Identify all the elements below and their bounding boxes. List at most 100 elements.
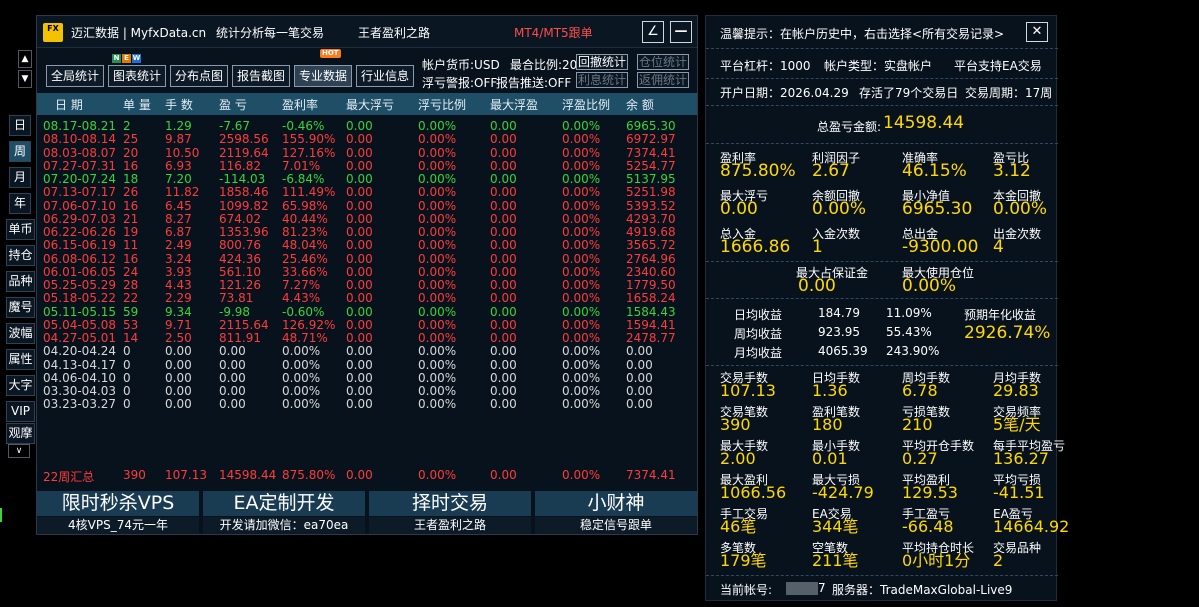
table-cell: 0.00% [562, 370, 601, 385]
table-cell: 2478.77 [626, 331, 676, 345]
table-cell: 4293.70 [626, 211, 676, 226]
summary-cell: 7374.41 [626, 468, 676, 482]
rebate-stats-button[interactable]: 返佣统计 [637, 72, 690, 88]
table-cell: 14 [123, 331, 139, 345]
table-row[interactable]: 04.20-04.24 0 0.00 0.00 0.00% 0.00 0.00% 0.00 0.… [37, 345, 697, 358]
table-cell: 0.00 [490, 158, 517, 173]
table-row[interactable]: 03.30-04.03 0 0.00 0.00 0.00% 0.00 0.00% 0.00 0.… [37, 385, 697, 398]
pro-data-button[interactable]: 专业数据 [294, 65, 353, 87]
distribution-button[interactable]: 分布点图 [170, 65, 229, 87]
table-row[interactable]: 05.25-05.29 28 4.43 121.26 7.27% 0.00 0.00% 0.0… [37, 279, 697, 292]
side-tab[interactable]: 周 [9, 141, 31, 162]
table-cell: 1353.96 [219, 225, 269, 239]
close-icon[interactable]: ✕ [1026, 22, 1048, 42]
table-row[interactable]: 06.22-06.26 19 6.87 1353.96 81.23% 0.00 0.00% 0… [37, 226, 697, 239]
side-tab[interactable]: 品种 [6, 271, 35, 292]
stat-value: 1066.56 [720, 483, 787, 502]
table-row[interactable]: 06.15-06.19 11 2.49 800.76 48.04% 0.00 0.00% 0.… [37, 239, 697, 252]
table-row[interactable]: 04.06-04.10 0 0.00 0.00 0.00% 0.00 0.00% 0.00 0.… [37, 370, 697, 385]
avg-cell: 4065.39 [818, 344, 868, 358]
table-cell: 0.00% [418, 344, 457, 359]
avg-cell: 923.95 [818, 325, 860, 339]
minimize-icon[interactable]: ∠ [642, 21, 664, 43]
column-header[interactable]: 余 额 [626, 96, 654, 113]
table-cell: 0.00 [346, 172, 373, 186]
table-cell: 0.00% [562, 331, 601, 345]
table-row[interactable]: 08.03-08.07 20 10.50 2119.64 127.16% 0.00 0.00… [37, 145, 697, 160]
table-row[interactable]: 06.08-06.12 16 3.24 424.36 25.46% 0.00 0.00% 0.… [37, 251, 697, 266]
table-row[interactable]: 06.01-06.05 24 3.93 561.10 33.66% 0.00 0.00% 0.… [37, 265, 697, 279]
mt-copy-link[interactable]: MT4/MT5跟单 [514, 24, 593, 41]
table-row[interactable]: 07.20-07.24 18 7.20 -114.03 -6.84% 0.00 0.00% 0… [37, 173, 697, 186]
column-header[interactable]: 最大浮盈 [490, 96, 538, 113]
position-stats-button[interactable]: 仓位统计 [637, 54, 690, 70]
column-header[interactable]: 浮盈比例 [562, 96, 610, 113]
side-tab[interactable]: 单币 [6, 219, 35, 240]
column-header[interactable]: 日 期 [55, 96, 83, 113]
brand-title[interactable]: 王者盈利之路 [358, 24, 430, 41]
ad-ea[interactable]: EA定制开发 开发请加微信：ea70ea [203, 491, 365, 535]
global-stats-button[interactable]: 全局统计 [46, 65, 105, 87]
table-row[interactable]: 05.11-05.15 59 9.34 -9.98 -0.60% 0.00 0.00% 0.0… [37, 304, 697, 319]
table-cell: 0.00% [562, 145, 601, 160]
table-row[interactable]: 05.18-05.22 22 2.29 73.81 4.43% 0.00 0.00% 0.00… [37, 292, 697, 305]
table-row[interactable]: 07.06-07.10 16 6.45 1099.82 65.98% 0.00 0.00% 0… [37, 198, 697, 213]
scroll-down-arrow-icon[interactable]: ▼ [18, 70, 32, 88]
side-tab[interactable]: 持仓 [6, 245, 35, 266]
ad-vps[interactable]: 限时秒杀VPS 4核VPS_74元一年 [37, 491, 199, 535]
table-cell: 07.13-07.17 [43, 185, 117, 200]
table-cell: 0.00% [418, 172, 457, 186]
ad-signal[interactable]: 小财神 稳定信号跟单 [535, 491, 697, 535]
table-row[interactable]: 08.10-08.14 25 9.87 2598.56 155.90% 0.00 0.00%… [37, 133, 697, 146]
table-cell: 16 [123, 198, 139, 213]
close-panel-icon[interactable]: — [670, 21, 692, 43]
report-screenshot-button[interactable]: 报告截图 [232, 65, 291, 87]
account-label: 当前帐号: [720, 583, 773, 597]
ad-vps-title: 限时秒杀VPS [37, 491, 199, 516]
ad-timing[interactable]: 择时交易 王者盈利之路 [369, 491, 531, 535]
column-header[interactable]: 盈 亏 [219, 96, 247, 113]
side-tab[interactable]: 魔号 [6, 297, 35, 318]
table-cell: 0.00% [562, 185, 601, 200]
table-row[interactable]: 08.17-08.21 2 1.29 -7.67 -0.46% 0.00 0.00% 0.00… [37, 120, 697, 133]
side-tab[interactable]: 日 [9, 115, 31, 136]
avg-cell: 日均收益 [734, 308, 783, 322]
column-header[interactable]: 手 数 [165, 96, 193, 113]
side-tab[interactable]: 观摩 [6, 423, 35, 444]
table-row[interactable]: 05.04-05.08 53 9.71 2115.64 126.92% 0.00 0.00%… [37, 318, 697, 332]
table-cell: 0.00 [346, 251, 373, 266]
side-tab[interactable]: 属性 [6, 349, 35, 370]
stat-value: 875.80% [720, 161, 796, 181]
table-row[interactable]: 06.29-07.03 21 8.27 674.02 40.44% 0.00 0.00% 0.… [37, 211, 697, 226]
side-tab[interactable]: 月 [9, 167, 31, 188]
side-tab[interactable]: VIP [6, 401, 35, 422]
table-cell: 6972.97 [626, 132, 676, 147]
table-row[interactable]: 07.13-07.17 26 11.82 1858.46 111.49% 0.00 0.00… [37, 186, 697, 199]
table-row[interactable]: 07.27-07.31 16 6.93 116.82 7.01% 0.00 0.00% 0.0… [37, 158, 697, 173]
column-header[interactable]: 最大浮亏 [346, 96, 394, 113]
table-cell: 04.13-04.17 [43, 357, 117, 372]
side-tab[interactable]: 大字 [6, 375, 35, 396]
industry-info-button[interactable]: 行业信息 [356, 65, 415, 87]
summary-cell: 390 [123, 468, 146, 482]
table-cell: 07.27-07.31 [43, 158, 117, 173]
column-header[interactable]: 盈利率 [282, 96, 318, 113]
scroll-up-arrow-icon[interactable]: ▲ [18, 50, 32, 68]
table-row[interactable]: 03.23-03.27 0 0.00 0.00 0.00% 0.00 0.00% 0.00 0.… [37, 398, 697, 411]
side-tab[interactable]: 波幅 [6, 323, 35, 344]
side-tab[interactable]: 年 [9, 193, 31, 214]
table-row[interactable]: 04.27-05.01 14 2.50 811.91 48.71% 0.00 0.00% 0.… [37, 332, 697, 345]
trade-cycle: 交易周期：17周 [965, 86, 1053, 100]
table-cell: 9.34 [165, 304, 192, 319]
summary-cell: 14598.44 [219, 468, 277, 482]
column-header[interactable]: 单 量 [123, 96, 151, 113]
table-row[interactable]: 04.13-04.17 0 0.00 0.00 0.00% 0.00 0.00% 0.00 0.… [37, 357, 697, 372]
chart-stats-button[interactable]: 图表统计 [108, 65, 167, 87]
column-header[interactable]: 浮亏比例 [418, 96, 466, 113]
more-tabs-chevron-icon[interactable]: ∨ [8, 444, 30, 458]
summary-cell: 0.00 [346, 468, 373, 482]
drawdown-stats-button[interactable]: 回撤统计 [576, 54, 629, 70]
interest-stats-button[interactable]: 利息统计 [576, 72, 629, 88]
alive-days: 存活了79个交易日 [859, 86, 959, 100]
table-cell: 0.00 [346, 198, 373, 213]
